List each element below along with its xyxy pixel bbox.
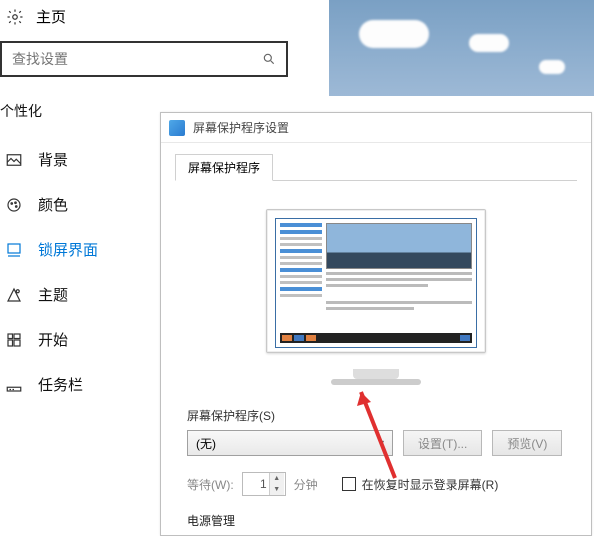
wait-label: 等待(W):: [187, 476, 234, 493]
nav-label: 任务栏: [38, 374, 83, 395]
preview-button[interactable]: 预览(V): [492, 430, 562, 456]
home-link[interactable]: 主页: [0, 0, 320, 37]
nav-label: 背景: [38, 149, 68, 170]
search-box[interactable]: [0, 41, 288, 77]
wait-input[interactable]: [243, 477, 269, 491]
checkbox-label: 在恢复时显示登录屏幕(R): [362, 476, 499, 493]
checkbox-icon: [342, 477, 356, 491]
tab-screensaver[interactable]: 屏幕保护程序: [175, 154, 273, 181]
home-label: 主页: [36, 6, 66, 27]
wait-unit: 分钟: [294, 476, 318, 493]
wait-spinner[interactable]: ▲▼: [242, 472, 286, 496]
dialog-icon: [169, 120, 185, 136]
select-value: (无): [196, 435, 216, 452]
search-input[interactable]: [12, 51, 262, 67]
power-section-label: 电源管理: [187, 512, 565, 529]
dialog-titlebar[interactable]: 屏幕保护程序设置: [161, 113, 591, 143]
nav-label: 开始: [38, 329, 68, 350]
chevron-down-icon: ▾: [379, 438, 384, 449]
dialog-title-text: 屏幕保护程序设置: [193, 119, 289, 136]
lock-icon: [4, 240, 24, 260]
resume-login-checkbox[interactable]: 在恢复时显示登录屏幕(R): [342, 476, 499, 493]
screensaver-dialog: 屏幕保护程序设置 屏幕保护程序 屏幕保护程序(S) (: [160, 112, 592, 536]
lockscreen-preview: [329, 0, 594, 96]
nav-label: 主题: [38, 284, 68, 305]
picture-icon: [4, 150, 24, 170]
spin-up-icon[interactable]: ▲: [270, 473, 284, 484]
palette-icon: [4, 195, 24, 215]
screensaver-label: 屏幕保护程序(S): [187, 407, 565, 424]
theme-icon: [4, 285, 24, 305]
gear-icon: [6, 8, 24, 26]
screensaver-select[interactable]: (无) ▾: [187, 430, 393, 456]
start-icon: [4, 330, 24, 350]
taskbar-icon: [4, 375, 24, 395]
nav-label: 锁屏界面: [38, 239, 98, 260]
nav-label: 颜色: [38, 194, 68, 215]
spin-down-icon[interactable]: ▼: [270, 484, 284, 495]
monitor-preview: [266, 209, 486, 353]
search-icon: [262, 52, 276, 66]
settings-button[interactable]: 设置(T)...: [403, 430, 482, 456]
